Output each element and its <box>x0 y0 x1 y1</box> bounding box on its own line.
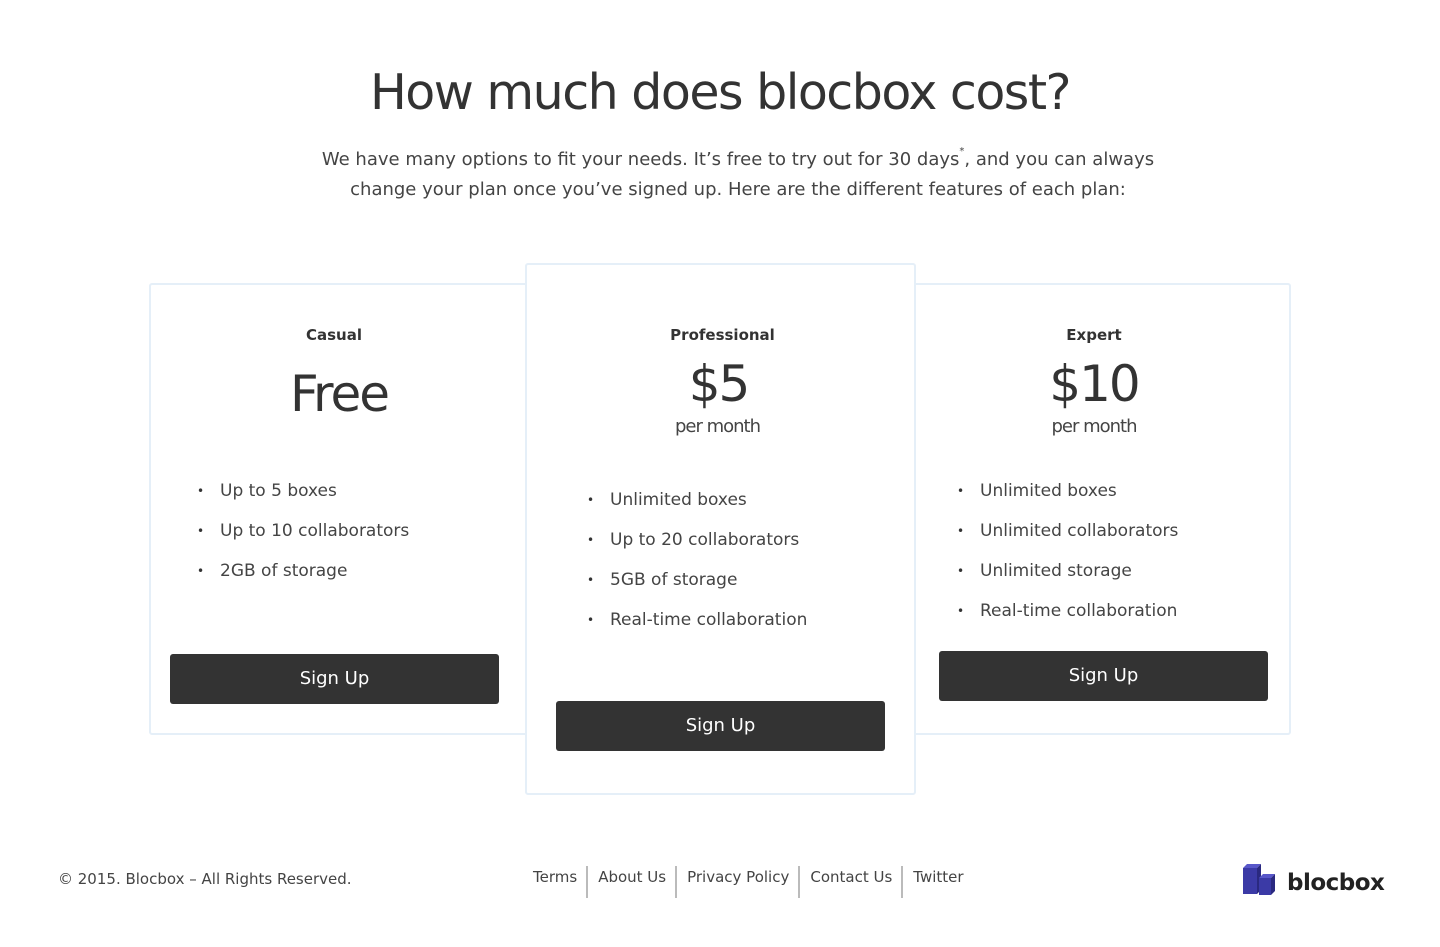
feature-list: • Unlimited boxes • Unlimited collaborator… <box>957 480 1179 640</box>
feature-text: 2GB of storage <box>220 561 348 581</box>
feature-text: Unlimited boxes <box>610 490 747 510</box>
feature-list: • Unlimited boxes • Up to 20 collaborators… <box>587 489 808 649</box>
bullet-icon: • <box>957 604 965 618</box>
brand-wordmark: blocbox <box>1287 870 1385 896</box>
bullet-icon: • <box>957 524 965 538</box>
bullet-icon: • <box>957 564 965 578</box>
plan-price: $10 <box>1049 355 1140 413</box>
page-title: How much does blocbox cost? <box>369 64 1072 121</box>
bullet-icon: • <box>587 573 595 587</box>
feature-item: • Unlimited storage <box>957 560 1178 600</box>
plan-card-expert: Expert $10 per month • Unlimited boxes • U… <box>911 283 1291 735</box>
feature-item: • Real-time collaboration <box>957 600 1178 640</box>
footer-link-twitter[interactable]: Twitter <box>901 866 972 898</box>
feature-text: Unlimited boxes <box>980 481 1117 501</box>
plan-name: Casual <box>305 326 362 344</box>
blocbox-cubes-logo-icon <box>1243 864 1275 895</box>
copyright-text: © 2015. Blocbox – All Rights Reserved. <box>58 870 352 888</box>
feature-item: • Up to 5 boxes <box>197 480 409 520</box>
feature-text: Up to 10 collaborators <box>220 521 410 541</box>
intro-line-1: We have many options to fit your needs. … <box>300 145 1176 175</box>
feature-item: • 2GB of storage <box>197 560 409 600</box>
intro-line-2: change your plan once you’ve signed up. … <box>350 179 1126 200</box>
feature-item: • 5GB of storage <box>587 569 807 609</box>
intro-text: We have many options to fit your needs. … <box>300 145 1176 205</box>
plan-price: $5 <box>688 355 751 413</box>
bullet-icon: • <box>197 484 205 498</box>
plan-card-casual: Casual Free • Up to 5 boxes • Up to 10 col… <box>149 283 529 735</box>
feature-text: Unlimited storage <box>980 561 1132 581</box>
plan-period: per month <box>674 416 761 437</box>
bullet-icon: • <box>197 564 205 578</box>
intro-line-1-start: We have many options to fit your needs. … <box>321 149 960 170</box>
bullet-icon: • <box>197 524 205 538</box>
feature-item: • Real-time collaboration <box>587 609 808 649</box>
feature-text: 5GB of storage <box>610 570 738 590</box>
signup-button-professional[interactable]: Sign Up <box>556 701 885 751</box>
feature-text: Up to 20 collaborators <box>610 530 800 550</box>
signup-button-expert[interactable]: Sign Up <box>939 651 1268 701</box>
plan-card-professional: Professional $5 per month • Unlimited box… <box>525 263 916 795</box>
footer-link-about-us[interactable]: About Us <box>586 866 675 898</box>
bullet-icon: • <box>587 533 595 547</box>
feature-list: • Up to 5 boxes • Up to 10 collaborators •… <box>197 480 410 600</box>
feature-text: Real-time collaboration <box>980 601 1178 621</box>
feature-item: • Up to 10 collaborators <box>197 520 410 560</box>
bullet-icon: • <box>587 613 595 627</box>
footer-nav: Terms About Us Privacy Policy Contact Us… <box>523 866 973 898</box>
plan-price: Free <box>289 365 390 423</box>
feature-text: Real-time collaboration <box>610 610 808 630</box>
plan-name: Expert <box>1066 326 1122 344</box>
plan-period: per month <box>1051 416 1137 437</box>
feature-text: Up to 5 boxes <box>220 481 337 501</box>
footer-link-contact-us[interactable]: Contact Us <box>798 866 901 898</box>
feature-item: • Unlimited collaborators <box>957 520 1179 560</box>
feature-item: • Unlimited boxes <box>957 480 1178 520</box>
feature-item: • Unlimited boxes <box>587 489 807 529</box>
bullet-icon: • <box>957 484 965 498</box>
footer-link-terms[interactable]: Terms <box>523 866 586 898</box>
brand-logo[interactable]: blocbox <box>1241 862 1385 896</box>
footer-link-privacy-policy[interactable]: Privacy Policy <box>675 866 798 898</box>
feature-item: • Up to 20 collaborators <box>587 529 807 569</box>
intro-line-1-end: , and you can always <box>964 149 1155 170</box>
feature-text: Unlimited collaborators <box>980 521 1179 541</box>
bullet-icon: • <box>587 493 595 507</box>
plan-name: Professional <box>670 326 775 344</box>
signup-button-casual[interactable]: Sign Up <box>170 654 499 704</box>
